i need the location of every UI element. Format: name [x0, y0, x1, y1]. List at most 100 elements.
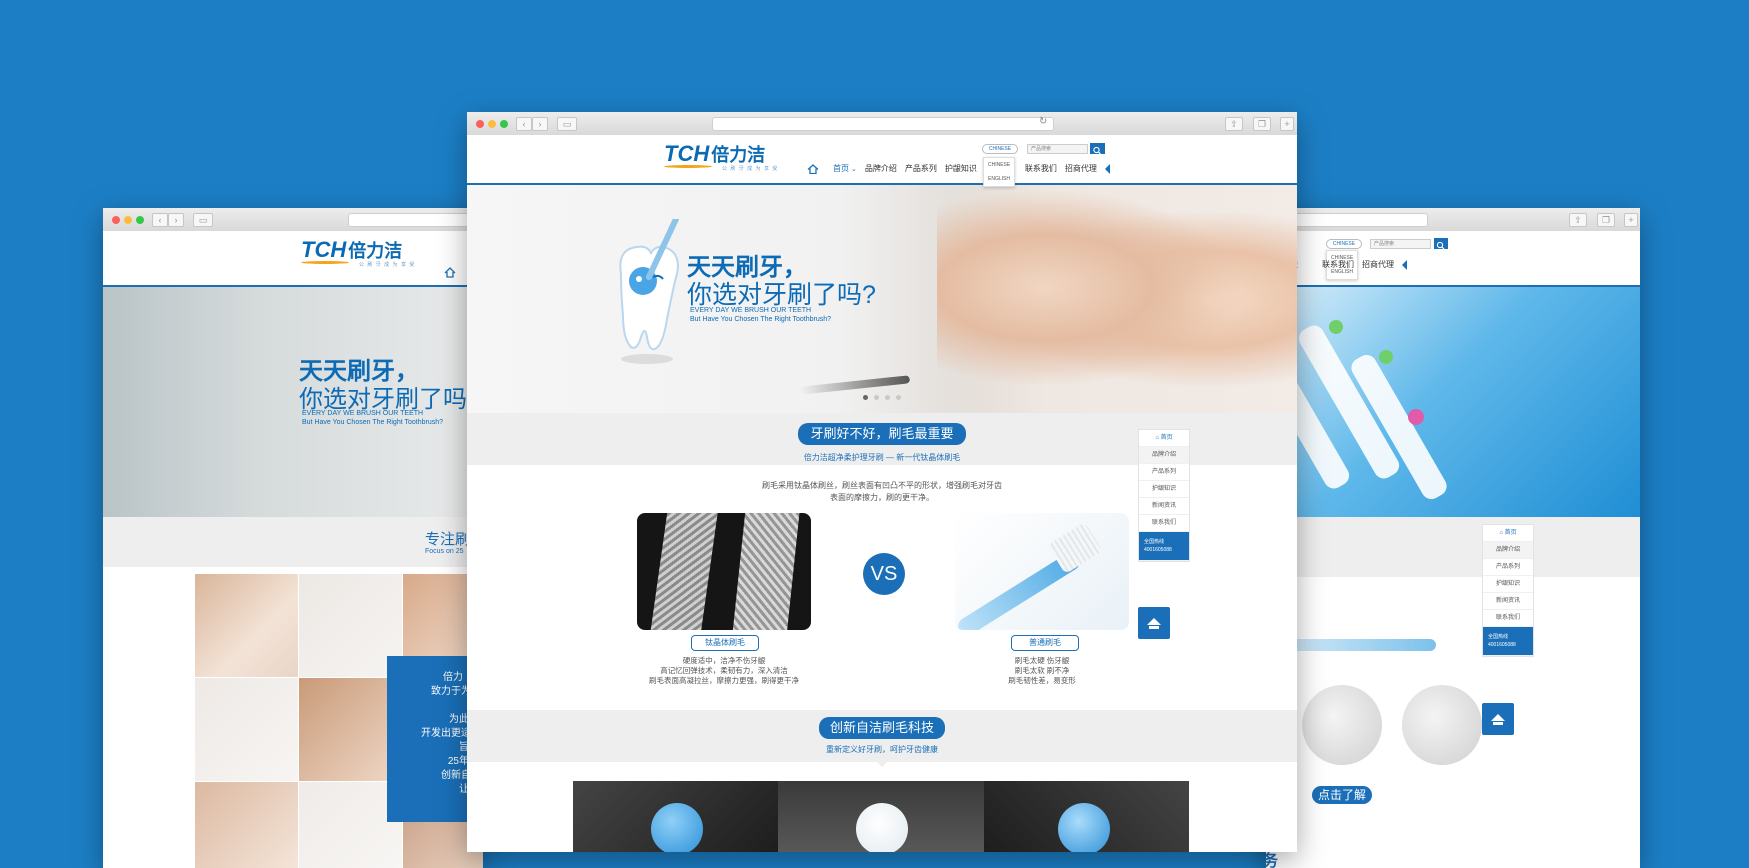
- language-select[interactable]: CHINESE: [982, 144, 1018, 154]
- side-float-menu: ⌂ 首页 品牌介绍 产品系列 护龈知识 新闻资讯 联系我们 全国热线 40016…: [1138, 429, 1190, 562]
- forward-button[interactable]: ›: [168, 213, 184, 227]
- home-icon[interactable]: [444, 265, 456, 278]
- nav-agency[interactable]: 招商代理: [1065, 163, 1097, 174]
- side-menu-item[interactable]: 护龈知识: [1139, 481, 1189, 498]
- new-tab-button[interactable]: +: [1624, 213, 1638, 227]
- titanium-bristle-image: [637, 513, 811, 630]
- tabs-button[interactable]: ❐: [1597, 213, 1615, 227]
- banner-en-1: EVERY DAY WE BRUSH OUR TEETH: [690, 307, 812, 314]
- section-title-pill: 牙刷好不好，刷毛最重要: [798, 423, 966, 445]
- forward-button[interactable]: ›: [532, 117, 548, 131]
- zoom-dot[interactable]: [136, 216, 144, 224]
- toothbrush-banner: [1266, 287, 1640, 517]
- address-bar[interactable]: [348, 213, 483, 227]
- browser-toolbar: ⇧ ❐ +: [1266, 208, 1640, 232]
- side-menu-item[interactable]: 产品系列: [1483, 559, 1533, 576]
- chevron-down-icon: ⌄: [851, 165, 857, 173]
- hotline-number: 4001605088: [1144, 547, 1172, 553]
- banner-en-2: But Have You Chosen The Right Toothbrush…: [302, 419, 444, 426]
- slide-dot[interactable]: [874, 395, 879, 400]
- language-option[interactable]: ENGLISH: [984, 172, 1014, 186]
- search-input[interactable]: 产品搜索: [1027, 144, 1088, 154]
- focus-section: 专注刷 Focus on 25: [103, 517, 483, 567]
- side-menu-item[interactable]: 品牌介绍: [1483, 542, 1533, 559]
- side-menu-item[interactable]: 新闻资讯: [1139, 498, 1189, 515]
- close-dot[interactable]: [476, 120, 484, 128]
- share-button[interactable]: ⇧: [1225, 117, 1243, 131]
- innovation-section-header: 创新自洁刷毛科技 重新定义好牙刷，呵护牙齿健康: [467, 710, 1297, 762]
- slide-dot-active[interactable]: [863, 395, 868, 400]
- feature-icon-brush: [651, 803, 703, 852]
- nav-care[interactable]: 护龈知识: [945, 163, 977, 174]
- toothbrush-handle-image: [1286, 639, 1436, 651]
- learn-more-button[interactable]: 点击了解: [1312, 786, 1372, 804]
- minimize-dot[interactable]: [488, 120, 496, 128]
- reload-icon[interactable]: ↻: [1039, 116, 1047, 127]
- logo-tch: TCH: [301, 237, 347, 262]
- nav-products[interactable]: 产品系列: [905, 163, 937, 174]
- tch-logo[interactable]: TCH 倍力洁 公 刷 牙 成 为 享 受: [301, 237, 431, 268]
- side-menu-item[interactable]: 产品系列: [1139, 464, 1189, 481]
- toothbrush-prop: [799, 375, 911, 395]
- tooth-mascot-icon: [619, 219, 679, 364]
- search-icon: [1436, 241, 1445, 250]
- back-button[interactable]: ‹: [152, 213, 168, 227]
- sidebar-toggle-button[interactable]: ▭: [193, 213, 213, 227]
- slide-dot[interactable]: [896, 395, 901, 400]
- banner-headline-2: 你选对牙刷了吗: [299, 386, 467, 413]
- search-button[interactable]: [1434, 238, 1448, 250]
- caret-left-icon: [1402, 259, 1407, 270]
- side-menu-item[interactable]: 护龈知识: [1483, 576, 1533, 593]
- browser-toolbar: ‹ › ▭: [103, 208, 483, 232]
- nav-home[interactable]: 首页: [833, 163, 849, 174]
- logo-slogan: 公 刷 牙 成 为 享 受: [359, 262, 416, 268]
- nav-contact[interactable]: 联系我们: [1322, 259, 1354, 270]
- side-menu-item[interactable]: 新闻资讯: [1483, 593, 1533, 610]
- tch-logo[interactable]: TCH 倍力洁 公 刷 牙 成 为 享 受: [664, 141, 794, 172]
- section-subtitle: 重新定义好牙刷，呵护牙齿健康: [826, 745, 938, 754]
- browser-toolbar: ‹ › ▭ ↻ ⇧ ❐ +: [467, 112, 1297, 136]
- brush-head-circle-1: [1302, 685, 1382, 765]
- care-section: 理: [1266, 517, 1640, 577]
- search-icon: [1093, 146, 1101, 155]
- zoom-dot[interactable]: [500, 120, 508, 128]
- slide-dot[interactable]: [885, 395, 890, 400]
- photo-woman-brushing: [195, 574, 298, 677]
- nav-brand[interactable]: 品牌介绍: [865, 163, 897, 174]
- side-menu-item[interactable]: 品牌介绍: [1139, 447, 1189, 464]
- photo-faded-family: [195, 678, 298, 781]
- back-to-top-button[interactable]: [1138, 607, 1170, 639]
- mother-daughter-photo: [937, 185, 1297, 413]
- tabs-button[interactable]: ❐: [1253, 117, 1271, 131]
- share-button[interactable]: ⇧: [1569, 213, 1587, 227]
- normal-bristle-image: [955, 513, 1129, 630]
- section-arrow-icon: [877, 762, 887, 767]
- nav-contact[interactable]: 联系我们: [1025, 163, 1057, 174]
- intro-line: 25年: [447, 756, 469, 767]
- address-bar[interactable]: [712, 117, 1054, 131]
- search-input[interactable]: 产品搜索: [1370, 239, 1431, 249]
- language-option[interactable]: CHINESE: [984, 158, 1014, 172]
- side-menu-item[interactable]: 联系我们: [1139, 515, 1189, 532]
- close-dot[interactable]: [112, 216, 120, 224]
- back-to-top-button[interactable]: [1482, 703, 1514, 735]
- caret-left-icon: [1104, 163, 1110, 174]
- nav-agency[interactable]: 招商代理: [1362, 259, 1394, 270]
- search-button[interactable]: [1090, 143, 1105, 155]
- minimize-dot[interactable]: [124, 216, 132, 224]
- home-icon[interactable]: [807, 164, 819, 175]
- sidebar-toggle-button[interactable]: ▭: [557, 117, 577, 131]
- feature-icon-tooth: [1057, 803, 1110, 852]
- side-menu-home[interactable]: ⌂ 首页: [1139, 430, 1189, 447]
- side-home-label: 首页: [1160, 435, 1173, 441]
- main-nav: 首页 ⌄ 品牌介绍 产品系列 护龈知识 联系我们 招商代理: [807, 163, 1110, 175]
- language-select[interactable]: CHINESE: [1326, 239, 1362, 249]
- logo-swoosh: [301, 261, 349, 264]
- normal-feature: 刷毛韧性差，易变形: [1008, 676, 1076, 685]
- browser-window-center: ‹ › ▭ ↻ ⇧ ❐ + TCH 倍力洁 公 刷 牙 成 为 享 受 CHINE…: [467, 112, 1297, 852]
- side-menu-item[interactable]: 联系我们: [1483, 610, 1533, 627]
- side-menu-home[interactable]: ⌂ 首页: [1483, 525, 1533, 542]
- new-tab-button[interactable]: +: [1280, 117, 1294, 131]
- focus-title: 专注刷: [425, 531, 471, 548]
- back-button[interactable]: ‹: [516, 117, 532, 131]
